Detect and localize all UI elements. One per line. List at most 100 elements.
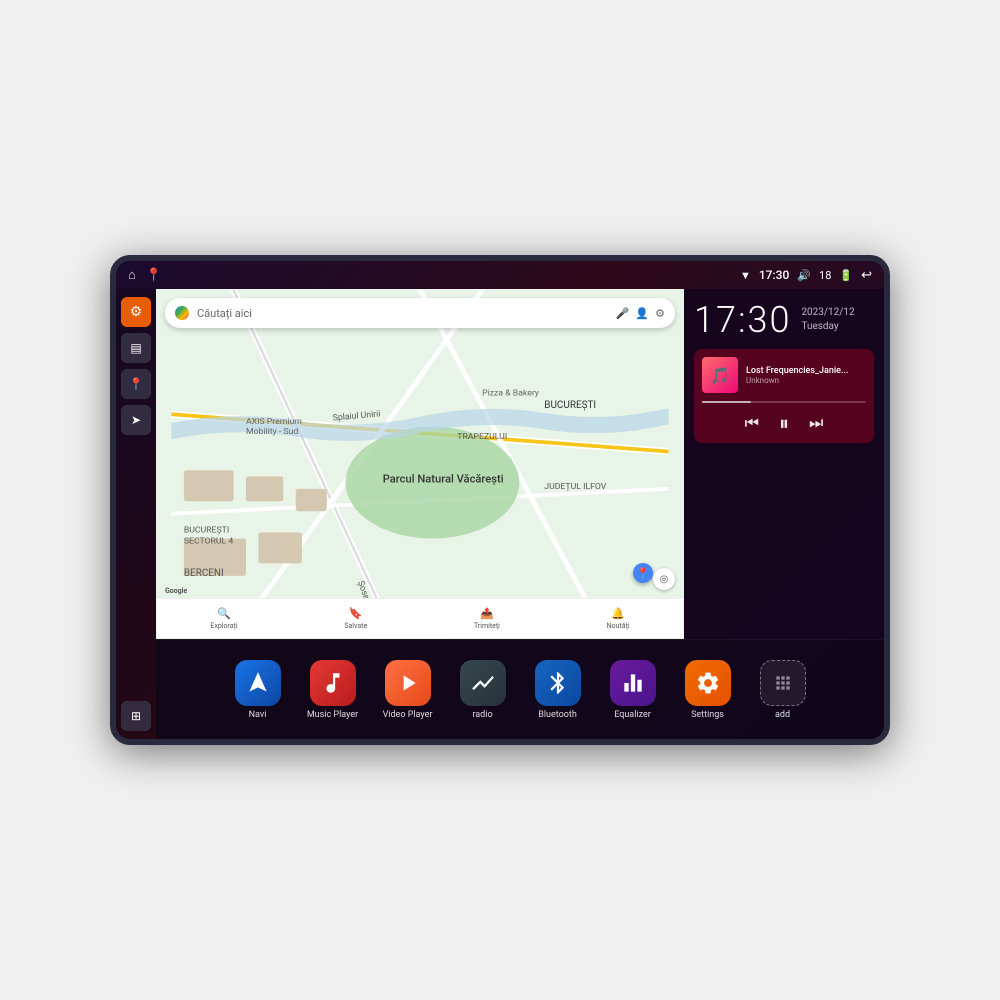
music-title: Lost Frequencies_Janie... (746, 366, 866, 376)
map-bottom-nav: 🔍 Explorați 🔖 Salvate 📤 Trimiteți (157, 598, 683, 638)
device: ⌂ 📍 ▼ 17:30 🔊 18 🔋 ↩ ⚙ ▤ (110, 255, 890, 745)
app-bluetooth[interactable]: Bluetooth (523, 660, 593, 720)
map-panel[interactable]: Parcul Natural Văcărești BUCUREȘTI JUDEȚ… (156, 289, 684, 639)
volume-icon: 🔊 (797, 269, 811, 282)
add-icon (760, 660, 806, 706)
day-value: Tuesday (801, 320, 854, 334)
radio-label: radio (472, 710, 492, 720)
back-icon[interactable]: ↩ (861, 268, 872, 283)
right-panel: 17:30 2023/12/12 Tuesday 🎵 Lost (684, 289, 884, 639)
music-player-label: Music Player (307, 710, 358, 720)
sidebar-files-btn[interactable]: ▤ (121, 333, 151, 363)
navi-icon (235, 660, 281, 706)
svg-text:Pizza & Bakery: Pizza & Bakery (482, 389, 539, 399)
app-equalizer[interactable]: Equalizer (598, 660, 668, 720)
saved-label: Salvate (344, 622, 367, 630)
date-value: 2023/12/12 (801, 306, 854, 320)
radio-icon (460, 660, 506, 706)
prev-button[interactable]: ⏮ (745, 413, 759, 433)
share-icon: 📤 (480, 607, 494, 620)
music-progress-bar[interactable] (702, 401, 866, 403)
app-drawer: Navi Music Player (156, 639, 884, 739)
center-area: Parcul Natural Văcărești BUCUREȘTI JUDEȚ… (156, 289, 884, 739)
google-logo: Google (165, 587, 187, 595)
svg-text:TRAPEZULUI: TRAPEZULUI (457, 432, 507, 442)
album-art: 🎵 (702, 357, 738, 393)
map-news-btn[interactable]: 🔔 Noutăți (607, 607, 630, 630)
app-add[interactable]: add (748, 660, 818, 720)
navi-label: Navi (249, 710, 267, 720)
clock-time: 17:30 (694, 299, 791, 341)
sidebar-settings-btn[interactable]: ⚙ (121, 297, 151, 327)
bluetooth-label: Bluetooth (538, 710, 577, 720)
sidebar: ⚙ ▤ 📍 ➤ ⊞ (116, 289, 156, 739)
equalizer-label: Equalizer (614, 710, 651, 720)
battery-icon: 🔋 (839, 269, 853, 282)
music-player-icon (310, 660, 356, 706)
app-navi[interactable]: Navi (223, 660, 293, 720)
news-label: Noutăți (607, 622, 630, 630)
explore-label: Explorați (210, 622, 237, 630)
clock-section: 17:30 2023/12/12 Tuesday (694, 299, 874, 341)
svg-text:BUCUREȘTI: BUCUREȘTI (544, 400, 596, 411)
map-search-text: Căutați aici (197, 307, 608, 320)
status-bar: ⌂ 📍 ▼ 17:30 🔊 18 🔋 ↩ (116, 261, 884, 289)
mic-icon[interactable]: 🎤 (616, 307, 630, 320)
status-right-icons: ▼ 17:30 🔊 18 🔋 ↩ (740, 268, 872, 283)
map-search-bar[interactable]: Căutați aici 🎤 👤 ⚙ (165, 298, 675, 328)
share-label: Trimiteți (474, 622, 500, 630)
sidebar-apps-btn[interactable]: ⊞ (121, 701, 151, 731)
svg-text:SECTORUL 4: SECTORUL 4 (184, 537, 233, 547)
location-icon: 📍 (129, 377, 144, 391)
music-controls: ⏮ ⏸ ⏭ (702, 411, 866, 435)
map-search-actions: 🎤 👤 ⚙ (616, 307, 665, 320)
app-music-player[interactable]: Music Player (298, 660, 368, 720)
pause-button[interactable]: ⏸ (779, 411, 789, 435)
bluetooth-icon (535, 660, 581, 706)
settings-small-icon[interactable]: ⚙ (655, 307, 665, 320)
account-icon[interactable]: 👤 (635, 307, 649, 320)
svg-text:AXIS Premium: AXIS Premium (246, 417, 302, 427)
status-time: 17:30 (759, 268, 789, 282)
svg-text:BUCUREȘTI: BUCUREȘTI (184, 525, 229, 535)
music-text: Lost Frequencies_Janie... Unknown (746, 366, 866, 385)
svg-text:Mobility - Sud: Mobility - Sud (246, 427, 298, 437)
map-share-btn[interactable]: 📤 Trimiteți (474, 607, 500, 630)
svg-text:BERCENI: BERCENI (184, 568, 224, 579)
files-icon: ▤ (130, 341, 141, 355)
music-widget: 🎵 Lost Frequencies_Janie... Unknown (694, 349, 874, 443)
status-left-icons: ⌂ 📍 (128, 267, 162, 283)
apps-grid-icon: ⊞ (131, 709, 141, 723)
map-icon[interactable]: 📍 (146, 268, 162, 283)
settings-app-icon (685, 660, 731, 706)
music-progress-fill (702, 401, 751, 403)
sidebar-location-btn[interactable]: 📍 (121, 369, 151, 399)
current-location-pin[interactable]: 📍 (633, 563, 653, 583)
google-maps-icon (175, 306, 189, 320)
compass-btn[interactable]: ◎ (653, 568, 675, 590)
svg-text:Parcul Natural Văcărești: Parcul Natural Văcărești (383, 473, 504, 486)
top-panels: Parcul Natural Văcărești BUCUREȘTI JUDEȚ… (156, 289, 884, 639)
clock-date: 2023/12/12 Tuesday (801, 306, 854, 334)
app-video-player[interactable]: Video Player (373, 660, 443, 720)
map-saved-btn[interactable]: 🔖 Salvate (344, 607, 367, 630)
signal-strength: 18 (819, 269, 831, 282)
settings-icon: ⚙ (130, 304, 143, 320)
explore-icon: 🔍 (217, 607, 231, 620)
map-explore-btn[interactable]: 🔍 Explorați (210, 607, 237, 630)
home-icon[interactable]: ⌂ (128, 267, 136, 283)
app-radio[interactable]: radio (448, 660, 518, 720)
nav-icon: ➤ (131, 413, 141, 427)
next-button[interactable]: ⏭ (809, 413, 823, 433)
video-player-icon (385, 660, 431, 706)
music-artist: Unknown (746, 376, 866, 385)
screen: ⌂ 📍 ▼ 17:30 🔊 18 🔋 ↩ ⚙ ▤ (116, 261, 884, 739)
svg-text:JUDEȚUL ILFOV: JUDEȚUL ILFOV (544, 482, 607, 492)
app-settings[interactable]: Settings (673, 660, 743, 720)
news-icon: 🔔 (611, 607, 625, 620)
music-info: 🎵 Lost Frequencies_Janie... Unknown (702, 357, 866, 393)
wifi-icon: ▼ (740, 269, 751, 282)
sidebar-nav-btn[interactable]: ➤ (121, 405, 151, 435)
main-content: ⚙ ▤ 📍 ➤ ⊞ (116, 289, 884, 739)
settings-label: Settings (691, 710, 724, 720)
